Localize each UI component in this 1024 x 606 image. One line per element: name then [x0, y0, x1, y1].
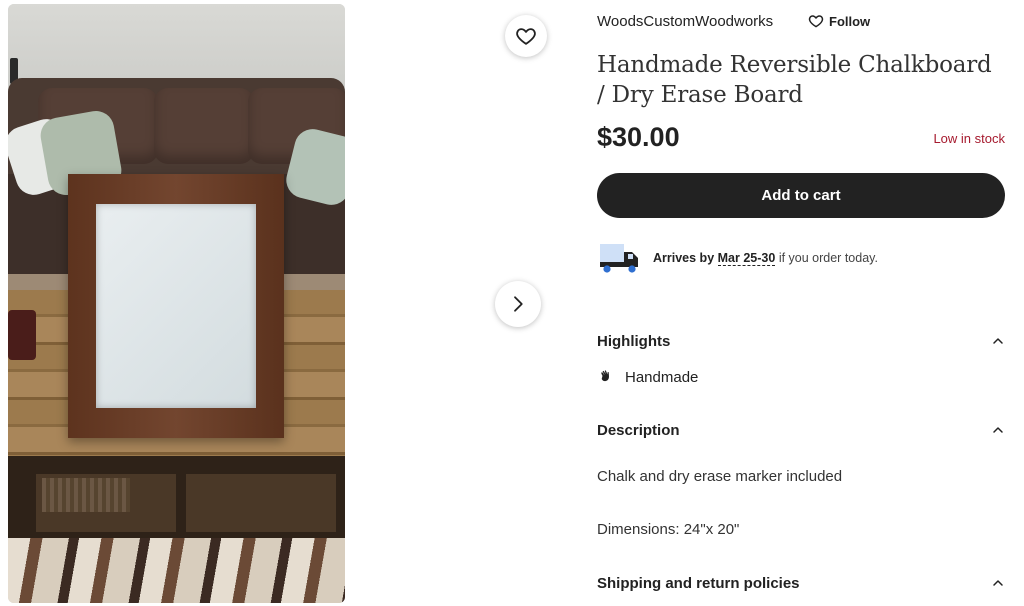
product-photo[interactable]	[8, 4, 345, 603]
heart-icon	[808, 15, 824, 28]
highlight-item: Handmade	[599, 367, 698, 387]
delivery-estimate: Arrives by Mar 25-30 if you order today.	[653, 251, 878, 266]
photo-drawer	[186, 474, 336, 532]
photo-basket	[42, 478, 130, 512]
delivery-suffix: if you order today.	[778, 251, 878, 265]
chevron-up-icon	[991, 334, 1005, 348]
add-to-cart-button[interactable]: Add to cart	[597, 173, 1005, 218]
description-toggle[interactable]: Description	[597, 419, 1005, 441]
highlight-label: Handmade	[625, 368, 699, 386]
next-image-button[interactable]	[495, 281, 541, 327]
shipping-heading: Shipping and return policies	[597, 574, 800, 592]
listing-title: Handmade Reversible Chalkboard / Dry Era…	[597, 52, 992, 108]
chevron-up-icon	[991, 576, 1005, 590]
follow-label: Follow	[829, 13, 871, 29]
photo-rug	[8, 538, 345, 603]
follow-button[interactable]: Follow	[808, 12, 870, 30]
chevron-right-icon	[514, 296, 523, 312]
photo-candle	[8, 310, 36, 360]
heart-icon	[516, 28, 536, 45]
listing-price: $30.00	[597, 122, 680, 152]
highlights-toggle[interactable]: Highlights	[597, 330, 1005, 352]
photo-board-surface	[96, 204, 256, 408]
highlights-heading: Highlights	[597, 332, 671, 350]
stock-status: Low in stock	[933, 131, 1005, 146]
description-line: Dimensions: 24"x 20"	[597, 521, 740, 538]
shipping-policies-toggle[interactable]: Shipping and return policies	[597, 572, 1005, 594]
delivery-date-range[interactable]: Mar 25-30	[717, 251, 776, 266]
description-heading: Description	[597, 421, 680, 439]
shop-name-link[interactable]: WoodsCustomWoodworks	[597, 12, 773, 30]
favorite-button[interactable]	[505, 15, 547, 57]
arrives-prefix: Arrives by	[653, 251, 715, 265]
delivery-truck-icon	[600, 244, 638, 273]
description-line: Chalk and dry erase marker included	[597, 468, 843, 485]
photo-cushion	[154, 88, 254, 164]
chevron-up-icon	[991, 423, 1005, 437]
hand-icon	[601, 370, 609, 382]
